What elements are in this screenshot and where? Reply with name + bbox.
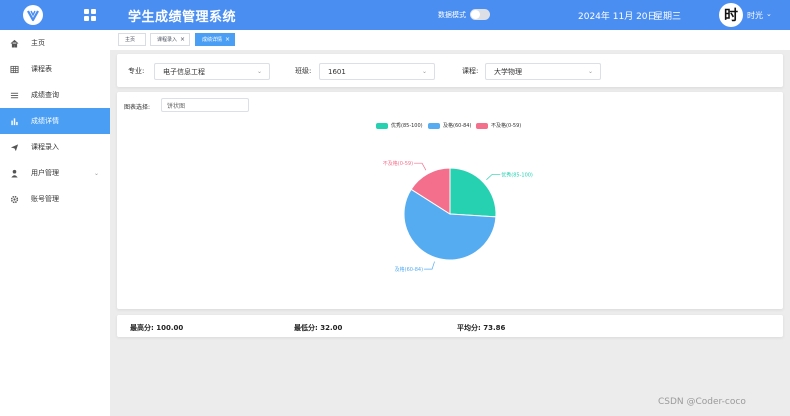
gear-icon xyxy=(10,195,19,204)
chart-card: 图表选择: 饼状图 优秀(85-100) 及格(60-84) 不及格(0-59)… xyxy=(117,92,783,309)
tab-label: 主页 xyxy=(125,37,136,43)
filter-card: 专业: 电子信息工程 ⌄ 班级: 1601 ⌄ 课程: 大学物理 ⌄ xyxy=(117,54,783,87)
sidebar-item-label: 账号管理 xyxy=(31,195,59,203)
major-value: 电子信息工程 xyxy=(163,67,205,76)
pie-label-line xyxy=(486,173,501,181)
home-icon xyxy=(10,39,19,48)
pie-label-line xyxy=(424,261,435,270)
watermark: CSDN @Coder-coco xyxy=(658,397,746,407)
logo-v-icon xyxy=(23,5,43,25)
course-label: 课程: xyxy=(462,67,479,75)
course-value: 大学物理 xyxy=(494,67,522,76)
data-mode-toggle[interactable] xyxy=(470,9,490,20)
tab-home[interactable]: 主页 xyxy=(118,33,146,46)
close-icon[interactable]: × xyxy=(180,36,185,43)
min-score: 最低分: 32.00 xyxy=(294,324,343,332)
bar-chart-icon xyxy=(10,117,19,126)
sidebar-item-label: 课程表 xyxy=(31,65,52,73)
max-score: 最高分: 100.00 xyxy=(130,324,184,332)
chevron-down-icon: ⌄ xyxy=(94,169,100,177)
paper-plane-icon xyxy=(10,143,19,152)
major-label: 专业: xyxy=(128,67,145,75)
sidebar-item-home[interactable]: 主页 xyxy=(0,30,110,56)
menu-grid-icon[interactable] xyxy=(84,9,96,21)
pie-label-line xyxy=(414,162,427,171)
sidebar-item-label: 成绩查询 xyxy=(31,91,59,99)
avg-score: 平均分: 73.86 xyxy=(457,324,506,332)
close-icon[interactable]: × xyxy=(225,36,230,43)
app-title: 学生成绩管理系统 xyxy=(128,10,237,25)
sidebar-item-grade-details[interactable]: 成绩详情 xyxy=(0,108,110,134)
sidebar: 主页 课程表 成绩查询 成绩详情 课程录入 用户管理 ⌄ 账号管理 xyxy=(0,30,110,416)
pie-data-label: 及格(60-84) xyxy=(395,266,423,273)
chevron-down-icon[interactable]: ⌄ xyxy=(766,10,772,18)
major-select[interactable]: 电子信息工程 ⌄ xyxy=(154,63,270,80)
stats-card: 最高分: 100.00 最低分: 32.00 平均分: 73.86 xyxy=(117,315,783,337)
pie-data-label: 优秀(85-100) xyxy=(501,171,533,178)
tab-grade-details[interactable]: 成绩详情 × xyxy=(195,33,235,46)
sidebar-item-label: 成绩详情 xyxy=(31,117,59,125)
sidebar-item-label: 用户管理 xyxy=(31,169,59,177)
class-select[interactable]: 1601 ⌄ xyxy=(319,63,435,80)
class-label: 班级: xyxy=(295,67,312,75)
tab-course-entry[interactable]: 课程录入 × xyxy=(150,33,190,46)
avatar[interactable]: 时 xyxy=(719,3,743,27)
sidebar-item-label: 课程录入 xyxy=(31,143,59,151)
chevron-down-icon: ⌄ xyxy=(421,68,427,75)
sidebar-item-label: 主页 xyxy=(31,39,45,47)
table-icon xyxy=(10,65,19,74)
sidebar-item-grade-query[interactable]: 成绩查询 xyxy=(0,82,110,108)
pie-data-label: 不及格(0-59) xyxy=(383,160,413,167)
pie-slice-excellent[interactable] xyxy=(449,167,497,218)
course-select[interactable]: 大学物理 ⌄ xyxy=(485,63,601,80)
class-value: 1601 xyxy=(328,67,346,76)
data-mode-label: 数据模式 xyxy=(438,11,466,19)
sidebar-item-account-management[interactable]: 账号管理 xyxy=(0,186,110,212)
user-icon xyxy=(10,169,19,178)
tab-bar: 主页 课程录入 × 成绩详情 × xyxy=(110,30,790,50)
list-icon xyxy=(10,91,19,100)
sidebar-item-user-management[interactable]: 用户管理 ⌄ xyxy=(0,160,110,186)
chevron-down-icon: ⌄ xyxy=(587,68,593,75)
tab-label: 课程录入 xyxy=(157,37,178,43)
current-date: 2024年 11月 20日 xyxy=(578,12,657,22)
top-header: 学生成绩管理系统 数据模式 2024年 11月 20日 星期三 时 时光 ⌄ xyxy=(0,0,790,30)
sidebar-item-schedule[interactable]: 课程表 xyxy=(0,56,110,82)
tab-label: 成绩详情 xyxy=(202,37,223,43)
sidebar-item-course-entry[interactable]: 课程录入 xyxy=(0,134,110,160)
chevron-down-icon: ⌄ xyxy=(256,68,262,75)
current-weekday: 星期三 xyxy=(654,12,682,22)
pie-chart: 优秀(85-100) 及格(60-84) 不及格(0-59) xyxy=(383,160,533,273)
app-logo xyxy=(0,0,66,30)
user-name[interactable]: 时光 xyxy=(747,10,763,21)
